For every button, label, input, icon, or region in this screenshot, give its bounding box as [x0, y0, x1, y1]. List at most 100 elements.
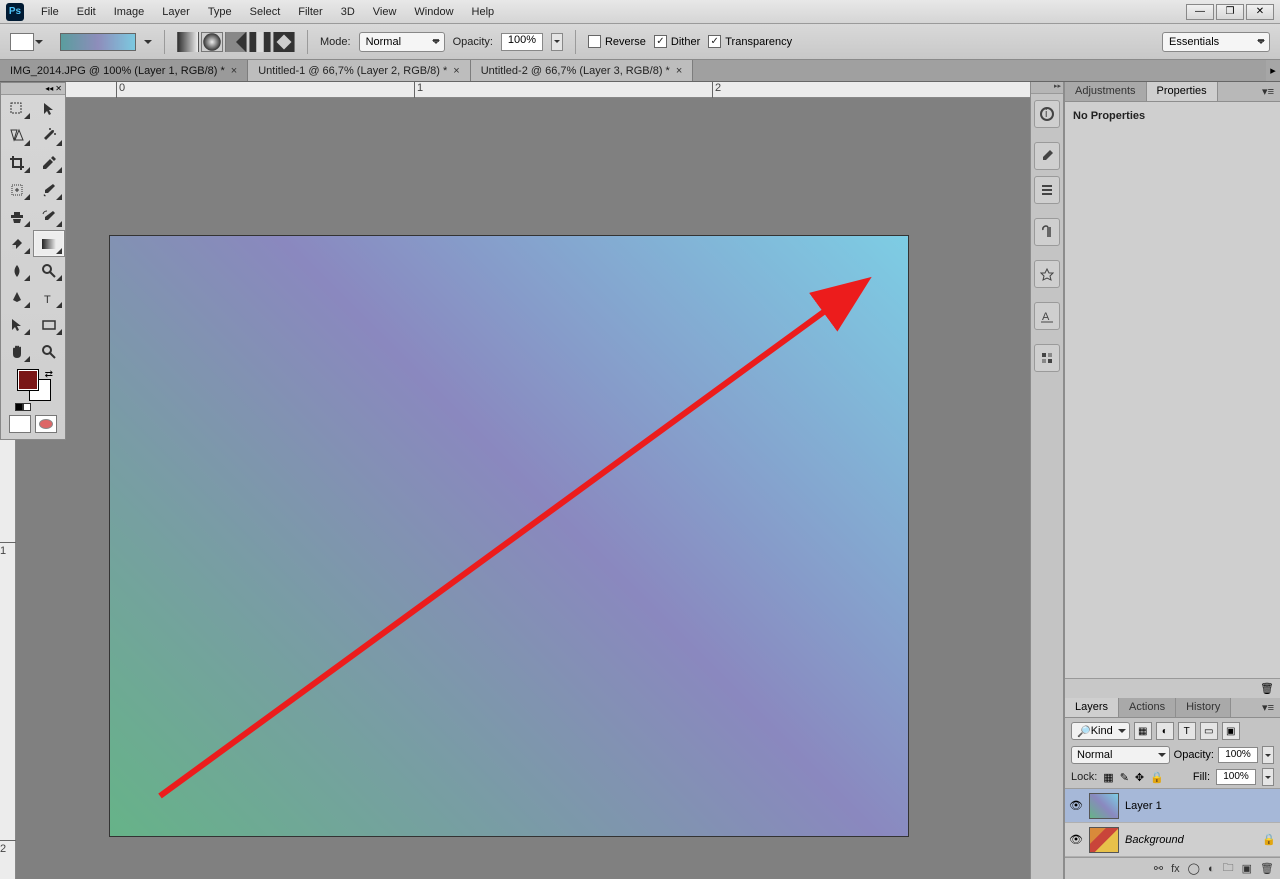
opacity-stepper[interactable]	[551, 33, 563, 51]
opacity-input[interactable]: 100%	[501, 33, 543, 51]
layer-item[interactable]: 👁 Layer 1	[1065, 789, 1280, 823]
restore-button[interactable]: ❐	[1216, 4, 1244, 20]
lock-pixels-icon[interactable]: ✎	[1120, 771, 1129, 784]
type-tool[interactable]: T	[33, 284, 65, 311]
reflected-gradient-button[interactable]	[249, 32, 271, 52]
brush-presets-panel-icon[interactable]	[1034, 176, 1060, 204]
reverse-checkbox[interactable]: Reverse	[588, 35, 646, 48]
menu-window[interactable]: Window	[405, 2, 462, 22]
blend-mode-dropdown[interactable]: Normal	[359, 32, 445, 52]
magic-wand-tool[interactable]	[33, 122, 65, 149]
close-icon[interactable]: ×	[676, 65, 682, 77]
standard-mode-button[interactable]	[9, 415, 31, 433]
clone-stamp-tool[interactable]	[1, 203, 33, 230]
histogram-panel-icon[interactable]: i	[1034, 100, 1060, 128]
blur-tool[interactable]	[1, 257, 33, 284]
new-fill-layer-icon[interactable]: ◐	[1208, 863, 1215, 875]
dodge-tool[interactable]	[33, 257, 65, 284]
document-canvas[interactable]	[110, 236, 908, 836]
filter-pixel-icon[interactable]: ▦	[1134, 722, 1152, 740]
crop-tool[interactable]	[1, 149, 33, 176]
eraser-tool[interactable]	[1, 230, 33, 257]
layer-style-icon[interactable]: fx	[1171, 863, 1180, 875]
dither-checkbox[interactable]: Dither	[654, 35, 700, 48]
fill-input[interactable]: 100%	[1216, 769, 1256, 785]
styles-panel-icon[interactable]	[1034, 344, 1060, 372]
menu-image[interactable]: Image	[105, 2, 154, 22]
close-button[interactable]: ✕	[1246, 4, 1274, 20]
filter-smart-icon[interactable]: ▣	[1222, 722, 1240, 740]
trash-icon[interactable]: 🗑	[1260, 682, 1274, 695]
close-icon[interactable]: ×	[231, 65, 237, 77]
brush-panel-icon[interactable]	[1034, 142, 1060, 170]
tab-overflow-icon[interactable]: ▸	[1266, 60, 1280, 81]
tab-adjustments[interactable]: Adjustments	[1065, 82, 1147, 101]
layer-opacity-input[interactable]: 100%	[1218, 747, 1258, 763]
filter-shape-icon[interactable]: ▭	[1200, 722, 1218, 740]
foreground-color-swatch[interactable]	[17, 369, 39, 391]
diamond-gradient-button[interactable]	[273, 32, 295, 52]
layer-mask-icon[interactable]: ◯	[1188, 862, 1200, 875]
hand-tool[interactable]	[1, 338, 33, 365]
lock-transparency-icon[interactable]: ▦	[1103, 771, 1113, 784]
fill-stepper[interactable]	[1262, 768, 1274, 786]
visibility-toggle-icon[interactable]: 👁	[1069, 833, 1083, 846]
close-icon[interactable]: ×	[453, 65, 459, 77]
tool-preset-picker[interactable]	[10, 33, 34, 51]
radial-gradient-button[interactable]	[201, 32, 223, 52]
menu-3d[interactable]: 3D	[332, 2, 364, 22]
default-colors-icon[interactable]	[15, 403, 31, 411]
layer-opacity-stepper[interactable]	[1262, 746, 1274, 764]
menu-edit[interactable]: Edit	[68, 2, 105, 22]
document-tab[interactable]: Untitled-1 @ 66,7% (Layer 2, RGB/8) *×	[248, 60, 471, 81]
tools-panel-header[interactable]: ◂◂✕	[1, 83, 65, 95]
tab-layers[interactable]: Layers	[1065, 698, 1119, 717]
gradient-preview[interactable]	[60, 33, 136, 51]
menu-type[interactable]: Type	[199, 2, 241, 22]
paragraph-panel-icon[interactable]	[1034, 218, 1060, 246]
lasso-tool[interactable]	[1, 122, 33, 149]
filter-adjustment-icon[interactable]: ◐	[1156, 722, 1174, 740]
rectangle-tool[interactable]	[33, 311, 65, 338]
menu-filter[interactable]: Filter	[289, 2, 331, 22]
document-tab[interactable]: Untitled-2 @ 66,7% (Layer 3, RGB/8) *×	[471, 60, 694, 81]
filter-type-icon[interactable]: T	[1178, 722, 1196, 740]
link-layers-icon[interactable]: ⚯	[1154, 862, 1163, 875]
layer-item[interactable]: 👁 Background 🔒	[1065, 823, 1280, 857]
path-selection-tool[interactable]	[1, 311, 33, 338]
layer-thumbnail[interactable]	[1089, 827, 1119, 853]
linear-gradient-button[interactable]	[177, 32, 199, 52]
zoom-tool[interactable]	[33, 338, 65, 365]
layer-thumbnail[interactable]	[1089, 793, 1119, 819]
gradient-picker-caret-icon[interactable]	[144, 40, 152, 48]
tab-properties[interactable]: Properties	[1147, 82, 1218, 101]
history-brush-tool[interactable]	[33, 203, 65, 230]
delete-layer-icon[interactable]: 🗑	[1260, 862, 1274, 875]
layer-blend-dropdown[interactable]: Normal	[1071, 746, 1170, 764]
healing-brush-tool[interactable]	[1, 176, 33, 203]
workspace-dropdown[interactable]: Essentials	[1162, 32, 1270, 52]
menu-help[interactable]: Help	[463, 2, 504, 22]
pen-tool[interactable]	[1, 284, 33, 311]
tab-history[interactable]: History	[1176, 698, 1231, 717]
visibility-toggle-icon[interactable]: 👁	[1069, 799, 1083, 812]
horizontal-ruler[interactable]: 0 1 2	[16, 82, 1030, 98]
new-group-icon[interactable]: 🗀	[1223, 859, 1234, 878]
new-layer-icon[interactable]: ▣	[1242, 862, 1252, 875]
gradient-tool[interactable]	[33, 230, 65, 257]
brush-tool[interactable]	[33, 176, 65, 203]
panel-menu-icon[interactable]: ▾≡	[1256, 698, 1280, 717]
menu-layer[interactable]: Layer	[153, 2, 199, 22]
layer-name[interactable]: Layer 1	[1125, 800, 1276, 812]
angle-gradient-button[interactable]	[225, 32, 247, 52]
layer-filter-dropdown[interactable]: 🔎 Kind	[1071, 722, 1130, 740]
menu-select[interactable]: Select	[241, 2, 290, 22]
layer-name[interactable]: Background	[1125, 834, 1256, 846]
transparency-checkbox[interactable]: Transparency	[708, 35, 792, 48]
strip-expand-icon[interactable]	[1031, 82, 1063, 94]
tab-actions[interactable]: Actions	[1119, 698, 1176, 717]
move-tool-arrow[interactable]	[33, 95, 65, 122]
lock-position-icon[interactable]: ✥	[1135, 771, 1144, 784]
menu-file[interactable]: File	[32, 2, 68, 22]
lock-all-icon[interactable]: 🔒	[1150, 771, 1164, 784]
